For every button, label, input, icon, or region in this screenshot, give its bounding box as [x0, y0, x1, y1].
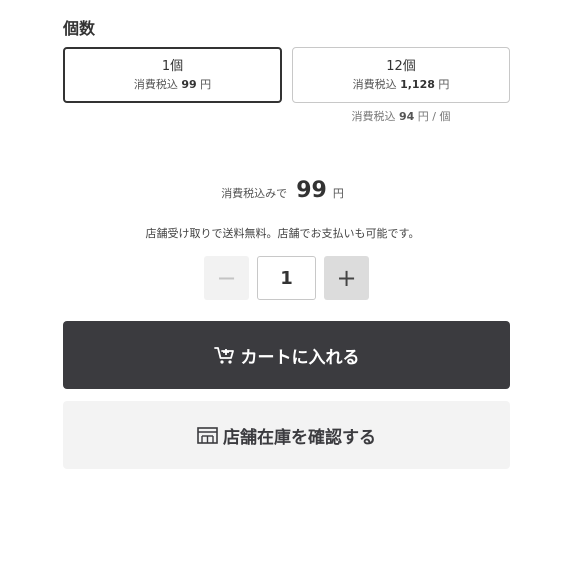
decrement-button[interactable]: −: [204, 256, 249, 300]
option-price-value: 99: [181, 78, 197, 91]
option-price: 消費税込 1,128 円: [353, 78, 450, 92]
total-price-value: 99: [296, 178, 327, 203]
pickup-note: 店舗受け取りで送料無料。店舗でお支払いも可能です。: [145, 227, 420, 240]
option-name: 1個: [161, 59, 184, 74]
cart-icon: [213, 347, 234, 364]
option-price: 消費税込 99 円: [134, 78, 211, 92]
unit-price-suffix: 円 / 個: [417, 110, 451, 123]
add-to-cart-button[interactable]: カートに入れる: [63, 321, 510, 389]
check-store-stock-label: 店舗在庫を確認する: [223, 427, 376, 448]
total-price-label: 消費税込みで: [221, 187, 288, 200]
unit-price-label: 消費税込: [351, 110, 396, 123]
quantity-input[interactable]: 1: [257, 256, 316, 300]
unit-price-value: 94: [398, 110, 415, 123]
total-price: 消費税込みで 99 円: [0, 178, 565, 203]
option-name: 12個: [386, 59, 416, 74]
option-price-label: 消費税込: [133, 78, 178, 91]
option-price-yen: 円: [200, 78, 212, 91]
increment-button[interactable]: +: [324, 256, 369, 300]
option-price-label: 消費税込: [352, 78, 397, 91]
store-icon: [197, 426, 218, 444]
option-price-value: 1,128: [400, 78, 435, 91]
quantity-option-1[interactable]: 1個 消費税込 99 円: [63, 47, 282, 103]
quantity-option-12[interactable]: 12個 消費税込 1,128 円: [292, 47, 510, 103]
quantity-section-title: 個数: [63, 19, 96, 38]
add-to-cart-label: カートに入れる: [240, 347, 360, 368]
total-price-yen: 円: [332, 187, 344, 200]
unit-price: 消費税込 94 円 / 個: [292, 108, 510, 124]
option-price-yen: 円: [438, 78, 450, 91]
check-store-stock-button[interactable]: 店舗在庫を確認する: [63, 401, 510, 469]
